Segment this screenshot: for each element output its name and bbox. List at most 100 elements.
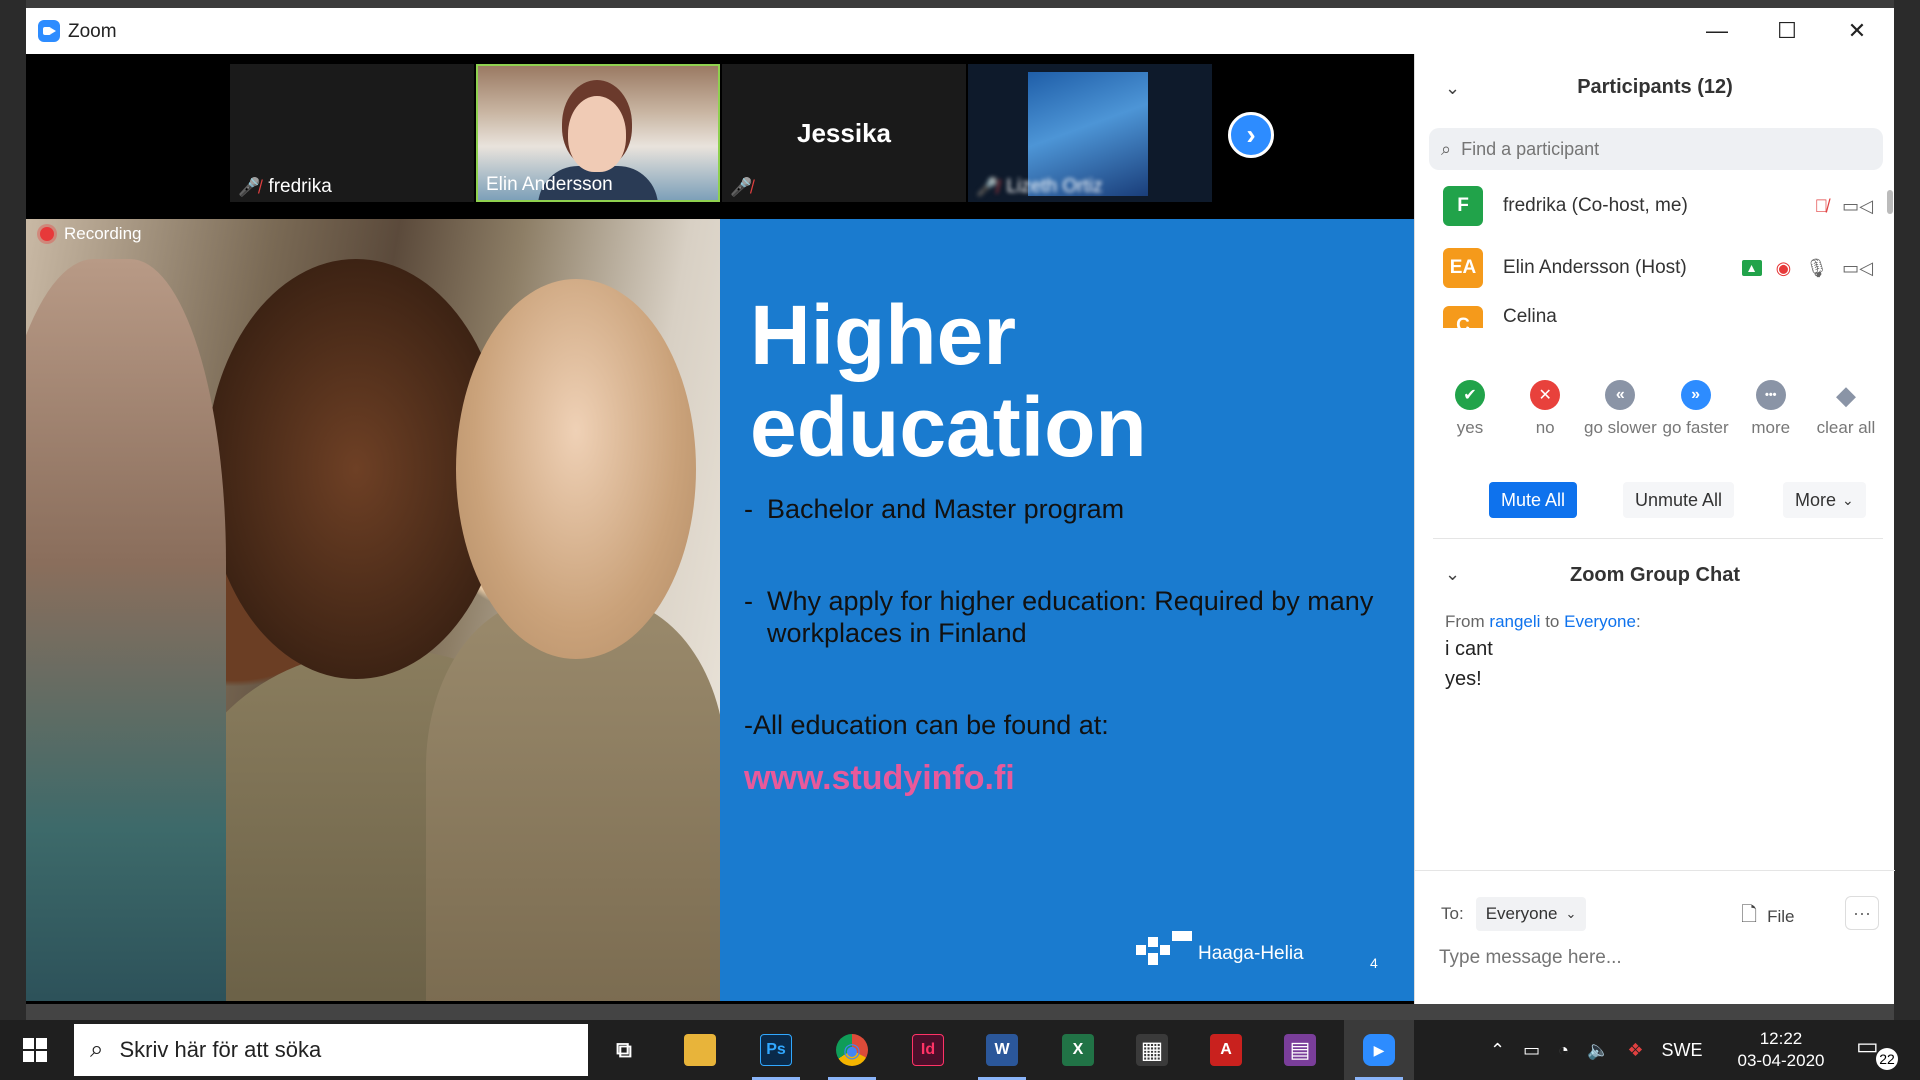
- action-center-button[interactable]: ▭ 22: [1856, 1032, 1898, 1070]
- microphone-icon[interactable]: 🎙: [1805, 258, 1828, 279]
- feedback-clear-all[interactable]: ◆ clear all: [1809, 380, 1883, 438]
- taskbar-app-indesign[interactable]: Id: [896, 1020, 960, 1080]
- maximize-button[interactable]: ☐: [1752, 8, 1822, 54]
- file-button[interactable]: 🗋 File: [1741, 900, 1795, 934]
- taskbar-app-calculator[interactable]: ▦: [1120, 1020, 1184, 1080]
- participants-scrollbar[interactable]: [1887, 190, 1893, 214]
- clock-date: 03-04-2020: [1737, 1051, 1825, 1070]
- bullet-dash: -: [744, 586, 753, 616]
- mute-all-button[interactable]: Mute All: [1489, 482, 1578, 518]
- video-tile[interactable]: 🎤̸ fredrika: [230, 64, 474, 202]
- chat-message-input[interactable]: [1439, 938, 1869, 978]
- wifi-icon[interactable]: ◔: [1558, 1040, 1569, 1061]
- taskbar-app-chrome[interactable]: ◉: [820, 1020, 884, 1080]
- language-indicator[interactable]: SWE: [1662, 1040, 1703, 1061]
- tile-name-tag: 🎤̸: [730, 177, 752, 198]
- taskbar-app-zoom[interactable]: ▶: [1344, 1020, 1414, 1080]
- taskbar-app-winrar[interactable]: ▤: [1268, 1020, 1332, 1080]
- system-tray: ⌃ ▭ ◔ 🔈 ❖ SWE: [1490, 1020, 1703, 1080]
- bullet-text: Bachelor and Master program: [767, 494, 1125, 524]
- next-page-arrow-icon[interactable]: ›: [1228, 112, 1274, 158]
- participant-row-partial[interactable]: C Celina: [1443, 306, 1873, 328]
- word-icon: W: [986, 1034, 1018, 1066]
- participants-header: ⌄ Participants (12): [1415, 76, 1895, 106]
- chat-recipient-name[interactable]: Everyone: [1564, 612, 1636, 631]
- haaga-helia-logo-mark: [1136, 931, 1192, 965]
- zoom-app-icon: [38, 20, 60, 42]
- feedback-go-slower[interactable]: « go slower: [1583, 380, 1657, 438]
- recording-dot-icon: [40, 227, 54, 241]
- participant-search-input[interactable]: [1461, 138, 1862, 160]
- taskbar-app-acrobat[interactable]: A: [1194, 1020, 1258, 1080]
- clock-time: 12:22: [1759, 1029, 1803, 1048]
- window-title: Zoom: [68, 21, 117, 42]
- recording-icon: ◉: [1775, 257, 1792, 278]
- volume-icon[interactable]: 🔈: [1587, 1040, 1609, 1061]
- feedback-no[interactable]: ✕ no: [1508, 380, 1582, 438]
- shared-screen-slide: Higher education - Bachelor and Master p…: [26, 219, 1414, 1001]
- avatar: F: [1443, 186, 1483, 226]
- slide-title: Higher education: [750, 289, 1147, 473]
- taskbar-app-word[interactable]: W: [970, 1020, 1034, 1080]
- winrar-icon: ▤: [1284, 1034, 1316, 1066]
- side-panel: ⌄ Participants (12) ⌕ F fredrika (Co-hos…: [1414, 54, 1895, 1010]
- recipient-select-value: Everyone: [1485, 904, 1558, 923]
- chat-from-prefix: From: [1445, 612, 1485, 631]
- chat-header: ⌄ Zoom Group Chat: [1415, 564, 1895, 587]
- taskbar-app-photoshop[interactable]: Ps: [744, 1020, 808, 1080]
- chat-sender-name[interactable]: rangeli: [1489, 612, 1540, 631]
- video-tile-active-speaker[interactable]: Elin Andersson: [476, 64, 720, 202]
- slide-photo: [26, 219, 726, 1001]
- photo-figure: [456, 279, 696, 659]
- feedback-yes[interactable]: ✔ yes: [1433, 380, 1507, 438]
- avatar: C: [1443, 306, 1483, 328]
- video-camera-icon[interactable]: ▭◁: [1842, 258, 1873, 279]
- dropbox-sync-error-icon[interactable]: ❖: [1627, 1040, 1643, 1061]
- recipient-select[interactable]: Everyone ⌄: [1475, 897, 1587, 931]
- participant-search[interactable]: ⌕: [1429, 128, 1883, 170]
- unmute-all-button[interactable]: Unmute All: [1623, 482, 1735, 518]
- chevron-down-icon: ⌄: [1842, 491, 1854, 508]
- excel-icon: X: [1062, 1034, 1094, 1066]
- battery-icon[interactable]: ▭: [1523, 1040, 1540, 1061]
- chevron-down-icon[interactable]: ⌄: [1445, 564, 1460, 585]
- close-button[interactable]: ✕: [1822, 8, 1892, 54]
- search-icon: ⌕: [90, 1036, 104, 1063]
- mic-muted-icon: 🎤̸: [238, 176, 261, 197]
- haaga-helia-logo: Haaga-Helia: [1136, 931, 1304, 965]
- taskbar-clock[interactable]: 12:22 03-04-2020: [1726, 1028, 1836, 1072]
- participant-name: Elin Andersson (Host): [1503, 257, 1687, 278]
- taskbar-search[interactable]: ⌕ Skriv här för att söka: [74, 1024, 588, 1076]
- x-icon: ✕: [1530, 380, 1561, 410]
- rewind-icon: «: [1605, 380, 1636, 410]
- share-screen-icon: ▲: [1741, 260, 1762, 276]
- mic-muted-icon[interactable]: 🎙̸: [1815, 196, 1829, 217]
- chat-more-options-icon[interactable]: ···: [1845, 896, 1879, 930]
- participant-row[interactable]: F fredrika (Co-host, me) 🎙̸ ▭◁: [1443, 182, 1873, 230]
- taskbar-app-file-explorer[interactable]: ▬: [668, 1020, 732, 1080]
- feedback-label: go slower: [1583, 418, 1657, 437]
- feedback-more[interactable]: ••• more: [1734, 380, 1808, 438]
- video-tile[interactable]: 🎤̸ Lizeth Ortiz: [968, 64, 1212, 202]
- minimize-button[interactable]: —: [1682, 8, 1752, 54]
- slide-link: www.studyinfo.fi: [744, 759, 1015, 797]
- bullet-dash: -: [744, 494, 753, 524]
- taskbar-app-excel[interactable]: X: [1046, 1020, 1110, 1080]
- chevron-up-icon[interactable]: ⌃: [1490, 1040, 1505, 1061]
- video-tile[interactable]: Jessika 🎤̸: [722, 64, 966, 202]
- tile-name-tag: 🎤̸ Lizeth Ortiz: [976, 176, 1103, 198]
- video-camera-icon[interactable]: ▭◁: [1842, 196, 1873, 217]
- feedback-go-faster[interactable]: » go faster: [1659, 380, 1733, 438]
- zoom-icon: ▶: [1363, 1034, 1395, 1066]
- slide-bullet: - Why apply for higher education: Requir…: [744, 585, 1384, 649]
- background-app-status-strip: [26, 1004, 1894, 1020]
- participant-actions: Mute All Unmute All More ⌄: [1415, 482, 1895, 522]
- tile-name: fredrika: [268, 176, 332, 197]
- more-button[interactable]: More ⌄: [1783, 482, 1866, 518]
- slide-title-line: education: [750, 380, 1147, 474]
- start-button[interactable]: [0, 1020, 70, 1080]
- taskbar-app-task-view[interactable]: ⧉: [592, 1020, 656, 1080]
- chat-message: i cant: [1445, 638, 1493, 660]
- participant-row[interactable]: EA Elin Andersson (Host) ▲ ◉ 🎙 ▭◁: [1443, 244, 1873, 292]
- title-bar: Zoom — ☐ ✕: [26, 8, 1894, 54]
